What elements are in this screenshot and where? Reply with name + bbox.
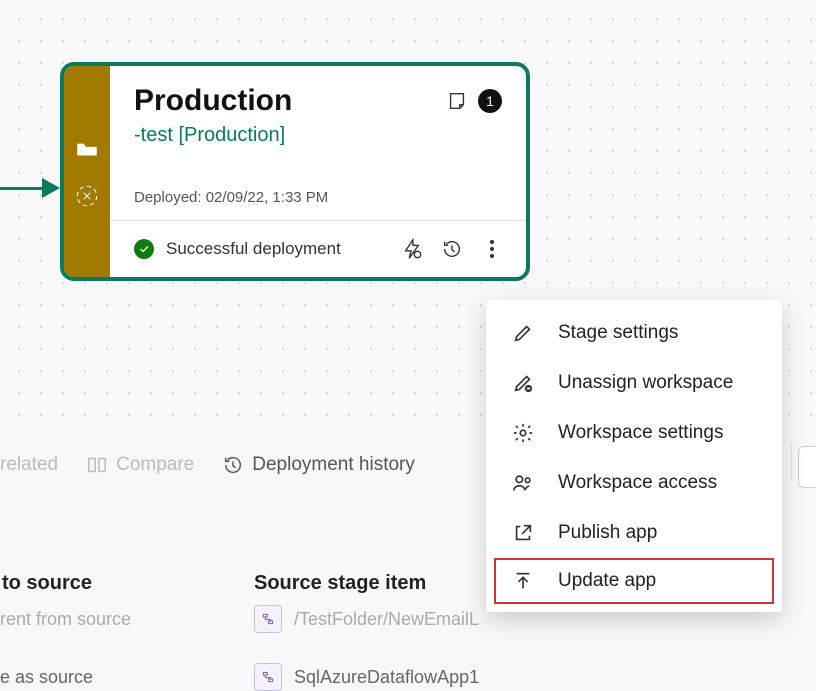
toolbar-label: Compare	[116, 454, 194, 476]
count-badge: 1	[478, 89, 502, 113]
success-check-icon	[134, 239, 154, 259]
compare-button[interactable]: Compare	[86, 454, 194, 476]
toolbar-divider	[791, 444, 792, 480]
production-stage-card: Production 1 -test [Production] Deployed…	[60, 62, 530, 281]
menu-item-label: Workspace access	[558, 472, 717, 494]
menu-publish-app[interactable]: Publish app	[486, 508, 782, 558]
column-header-to-source: to source	[0, 572, 254, 595]
cell-source-item: /TestFolder/NewEmailL	[294, 609, 479, 630]
people-icon	[512, 472, 534, 494]
menu-workspace-settings[interactable]: Workspace settings	[486, 408, 782, 458]
toolbar-label: related	[0, 454, 58, 476]
rules-button[interactable]	[398, 235, 426, 263]
upload-icon	[512, 570, 534, 592]
stage-card-sidebar	[64, 66, 110, 277]
menu-item-label: Unassign workspace	[558, 372, 733, 394]
stage-subtitle: -test [Production]	[134, 124, 502, 147]
history-icon	[222, 454, 244, 476]
gear-icon	[512, 422, 534, 444]
menu-workspace-access[interactable]: Workspace access	[486, 458, 782, 508]
right-cutoff-button[interactable]	[798, 446, 816, 488]
menu-item-label: Update app	[558, 570, 656, 592]
menu-item-label: Workspace settings	[558, 422, 723, 444]
deployment-history-button[interactable]: Deployment history	[222, 454, 415, 476]
menu-update-app[interactable]: Update app	[494, 558, 774, 604]
compare-icon	[86, 454, 108, 476]
pipeline-connector-arrow	[42, 178, 60, 198]
menu-stage-settings[interactable]: Stage settings	[486, 308, 782, 358]
deployment-status-text: Successful deployment	[166, 239, 386, 259]
cell-source-item: SqlAzureDataflowApp1	[294, 667, 479, 688]
external-link-icon	[512, 522, 534, 544]
dataflow-icon	[254, 663, 282, 691]
stage-card-body: Production 1 -test [Production] Deployed…	[110, 66, 526, 277]
refresh-error-icon	[74, 183, 100, 214]
stage-deployed-timestamp: Deployed: 02/09/22, 1:33 PM	[134, 189, 502, 206]
menu-item-label: Stage settings	[558, 322, 678, 344]
more-options-button[interactable]	[478, 235, 506, 263]
context-menu: Stage settings Unassign workspace Worksp…	[486, 300, 782, 612]
history-button[interactable]	[438, 235, 466, 263]
unassign-icon	[512, 372, 534, 394]
stage-title: Production	[134, 84, 444, 118]
related-button[interactable]: related	[0, 454, 58, 476]
dataflow-icon	[254, 605, 282, 633]
cell-to-source: rent from source	[0, 609, 254, 630]
menu-unassign-workspace[interactable]: Unassign workspace	[486, 358, 782, 408]
table-row: e as source SqlAzureDataflowApp1	[0, 663, 816, 691]
note-icon[interactable]	[444, 88, 470, 114]
pencil-icon	[512, 322, 534, 344]
folder-icon	[74, 136, 100, 167]
cell-to-source: e as source	[0, 667, 254, 688]
menu-item-label: Publish app	[558, 522, 657, 544]
toolbar-label: Deployment history	[252, 454, 415, 476]
